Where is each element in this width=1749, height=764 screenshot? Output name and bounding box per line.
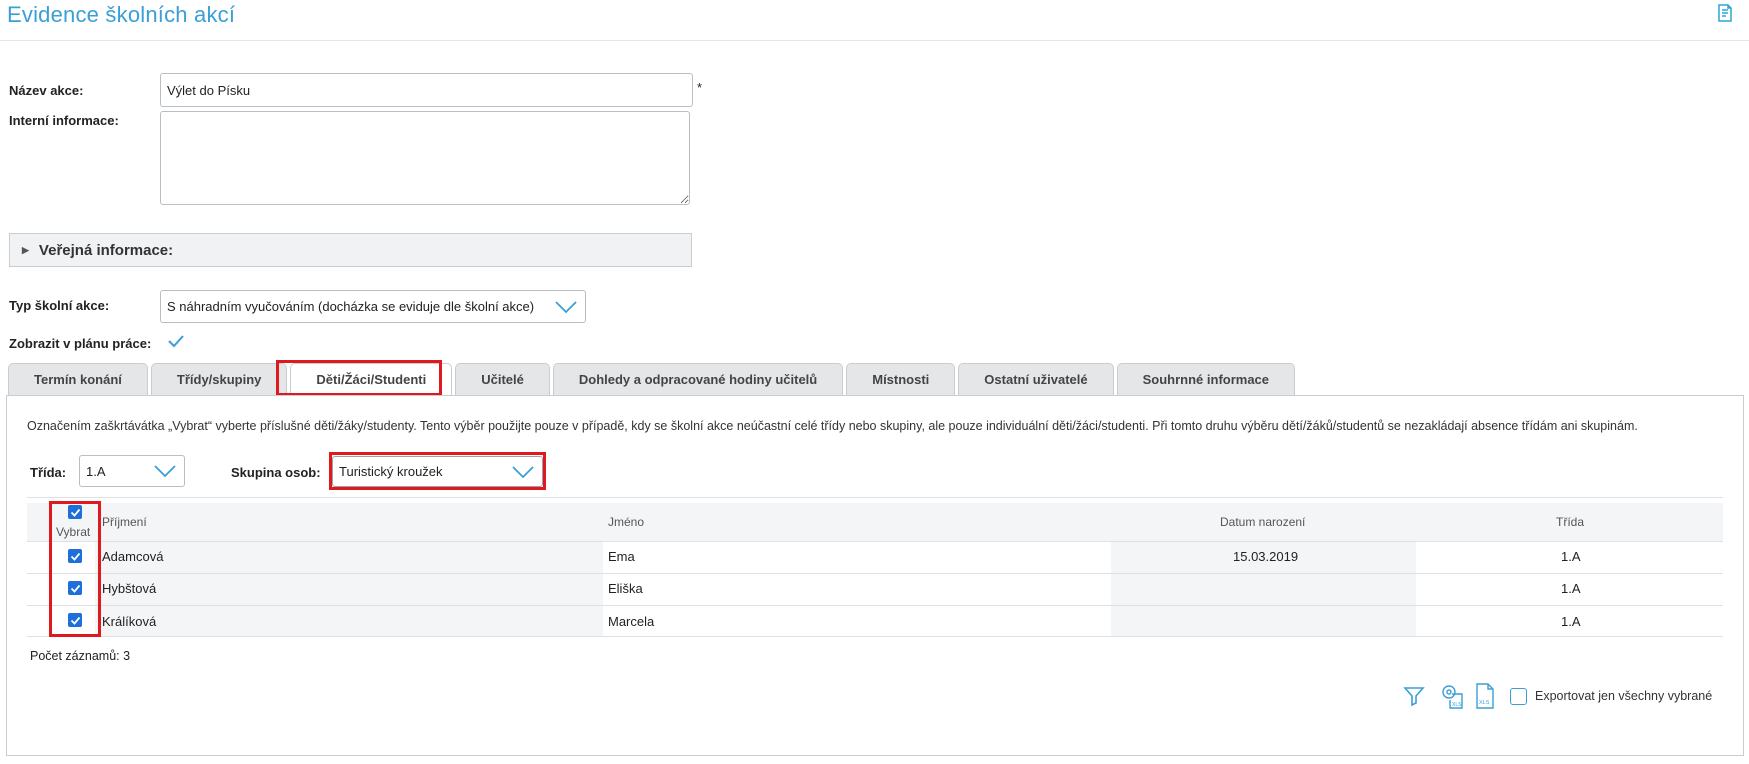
- cell-surname: Adamcová: [102, 549, 164, 564]
- table-bottom-border: [27, 636, 1723, 637]
- cell-surname: Hybštová: [102, 581, 157, 596]
- surname-column-shade: [95, 542, 603, 636]
- group-filter-label: Skupina osob:: [231, 465, 321, 480]
- tab-rooms[interactable]: Místnosti: [846, 363, 956, 395]
- active-tab-highlight: [276, 360, 442, 396]
- event-type-value: S náhradním vyučováním (docházka se evid…: [167, 299, 535, 314]
- cell-birthdate: 15.03.2019: [1233, 549, 1299, 564]
- cell-name: Eliška: [608, 581, 643, 596]
- public-info-label: Veřejná informace:: [38, 241, 174, 259]
- cell-class: 1.A: [1561, 581, 1581, 596]
- show-in-plan-label: Zobrazit v plánu práce:: [9, 336, 152, 351]
- tab-supervision[interactable]: Dohledy a odpracované hodiny učitelů: [552, 363, 844, 395]
- selection-note: Označením zaškrtávátka „Vybrat“ vyberte …: [27, 419, 1638, 433]
- group-filter-highlight: [329, 452, 546, 490]
- checkmark-icon[interactable]: [167, 333, 185, 349]
- export-only-selected-label: Exportovat jen všechny vybrané: [1535, 689, 1713, 703]
- header-birthdate[interactable]: Datum narození: [1220, 515, 1305, 529]
- class-filter-label: Třída:: [30, 465, 67, 480]
- cell-name: Marcela: [608, 614, 655, 629]
- record-count: Počet záznamů: 3: [30, 649, 131, 663]
- row-divider: [27, 605, 1723, 606]
- tab-teachers[interactable]: Učitelé: [455, 363, 550, 395]
- header-name[interactable]: Jméno: [608, 515, 644, 529]
- chevron-down-icon: [154, 465, 176, 478]
- tab-bar: Termín konání Třídy/skupiny Děti/Žáci/St…: [8, 363, 1296, 395]
- cell-class: 1.A: [1561, 549, 1581, 564]
- tab-classes-groups[interactable]: Třídy/skupiny: [150, 363, 288, 395]
- header-class[interactable]: Třída: [1556, 515, 1584, 529]
- cell-surname: Králíková: [102, 614, 157, 629]
- export-settings-xls-icon[interactable]: XLS: [1437, 682, 1465, 710]
- caret-right-icon: ▶: [22, 244, 29, 255]
- header-surname[interactable]: Příjmení: [102, 515, 147, 529]
- select-column-highlight: [49, 501, 101, 637]
- table-top-border: [27, 497, 1723, 498]
- required-mark: *: [697, 80, 703, 95]
- svg-text:XLS: XLS: [1452, 702, 1462, 708]
- class-filter-value: 1.A: [86, 463, 106, 479]
- page-title: Evidence školních akcí: [7, 2, 236, 27]
- row-divider: [27, 573, 1723, 574]
- event-type-select[interactable]: S náhradním vyučováním (docházka se evid…: [160, 290, 586, 323]
- tab-other-users[interactable]: Ostatní uživatelé: [958, 363, 1114, 395]
- name-label: Název akce:: [9, 83, 84, 98]
- help-notes-icon[interactable]: [1715, 3, 1735, 23]
- tab-summary[interactable]: Souhrnné informace: [1116, 363, 1296, 395]
- header-divider: [0, 40, 1749, 41]
- class-filter-select[interactable]: 1.A: [79, 455, 185, 487]
- event-type-label: Typ školní akce:: [9, 298, 110, 313]
- cell-class: 1.A: [1561, 614, 1581, 629]
- cell-name: Ema: [608, 549, 635, 564]
- export-xls-icon[interactable]: XLS: [1474, 683, 1496, 709]
- filter-icon[interactable]: [1402, 684, 1426, 708]
- chevron-down-icon: [555, 300, 577, 313]
- table-header: [27, 503, 1723, 541]
- export-only-selected-checkbox[interactable]: [1510, 688, 1527, 705]
- event-name-input[interactable]: Výlet do Písku: [160, 73, 693, 107]
- public-info-accordion[interactable]: ▶ Veřejná informace:: [9, 233, 692, 267]
- internal-info-textarea[interactable]: [160, 111, 690, 205]
- svg-text:XLS: XLS: [1479, 700, 1490, 706]
- internal-info-label: Interní informace:: [9, 113, 119, 128]
- tab-term[interactable]: Termín konání: [8, 363, 148, 395]
